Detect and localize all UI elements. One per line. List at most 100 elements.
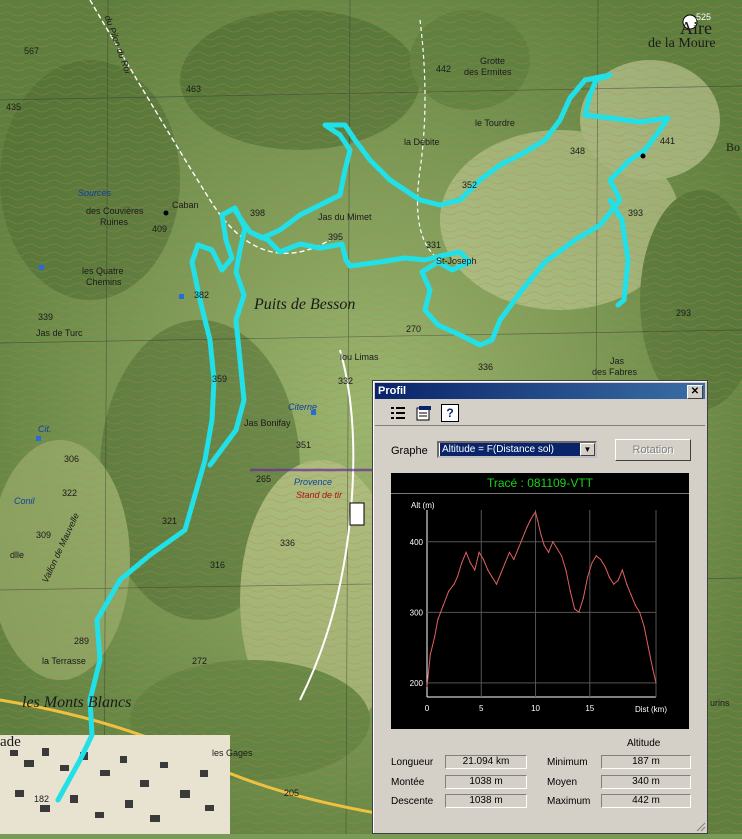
profile-plot: Alt (m) Dist (km) 0 5 10 15 200 300 400	[410, 501, 668, 714]
elevation-point	[521, 537, 524, 539]
elevation-point	[504, 562, 506, 564]
elevation-series-line	[426, 510, 657, 687]
altitude-header: Altitude	[627, 738, 661, 749]
help-icon: ?	[446, 406, 454, 420]
x-axis-label: Dist (km)	[635, 705, 667, 714]
close-icon: ✕	[690, 386, 700, 397]
list-icon	[391, 407, 405, 419]
elevation-point	[453, 583, 455, 585]
elevation-point	[600, 558, 602, 560]
elevation-point	[587, 576, 589, 578]
elevation-point	[517, 548, 519, 550]
elevation-point	[426, 685, 428, 688]
elevation-point	[532, 514, 534, 516]
elevation-point	[547, 551, 550, 553]
list-button[interactable]	[389, 404, 407, 422]
elevation-point	[617, 579, 619, 582]
maximum-label: Maximum	[547, 796, 591, 807]
montee-value: 1038 m	[445, 775, 527, 789]
properties-icon	[416, 406, 431, 421]
elevation-point	[461, 562, 463, 564]
x-tick-label: 15	[585, 704, 594, 713]
elevation-point	[442, 604, 444, 606]
elevation-point	[604, 565, 606, 568]
elevation-point	[578, 611, 580, 613]
elevation-point	[513, 558, 515, 560]
elevation-point	[448, 590, 450, 592]
longueur-value: 21.094 km	[445, 755, 527, 769]
elevation-point	[456, 576, 458, 578]
montee-label: Montée	[391, 777, 425, 788]
minimum-value: 187 m	[601, 755, 691, 769]
elevation-point	[543, 544, 545, 546]
help-button[interactable]: ?	[441, 404, 459, 422]
properties-button[interactable]	[415, 404, 433, 422]
elevation-point	[482, 558, 485, 560]
chevron-down-icon[interactable]: ▼	[580, 443, 595, 456]
maximum-value: 442 m	[601, 794, 691, 808]
elevation-point	[582, 597, 584, 599]
x-tick-label: 10	[531, 704, 540, 713]
elevation-point	[478, 551, 480, 553]
elevation-point	[621, 569, 623, 571]
x-tick-label: 0	[425, 704, 430, 713]
descente-value: 1038 m	[445, 794, 527, 808]
elevation-point	[495, 583, 498, 585]
elevation-point	[560, 555, 563, 557]
x-tick-label: 5	[479, 704, 484, 713]
elevation-point	[552, 541, 554, 543]
elevation-point	[639, 611, 641, 613]
elevation-point	[487, 569, 489, 571]
elevation-point	[433, 636, 436, 638]
elevation-point	[534, 511, 537, 513]
close-button[interactable]: ✕	[687, 385, 703, 399]
rotation-button[interactable]: Rotation	[615, 439, 691, 461]
elevation-point	[626, 583, 628, 585]
elevation-point	[591, 562, 593, 564]
y-tick-label: 400	[410, 538, 424, 547]
elevation-point	[474, 569, 476, 571]
elevation-point	[595, 555, 597, 557]
chart-title: Tracé : 081109-VTT	[391, 473, 689, 494]
profile-chart: Tracé : 081109-VTT Alt (m) Dist (km) 0 5 1…	[391, 473, 689, 729]
elevation-point	[529, 519, 531, 522]
y-tick-label: 200	[410, 679, 424, 688]
moyen-value: 340 m	[601, 775, 691, 789]
longueur-label: Longueur	[391, 757, 434, 768]
elevation-point	[437, 618, 439, 620]
window-title: Profil	[378, 385, 407, 397]
elevation-point	[608, 576, 610, 578]
elevation-point	[652, 668, 654, 670]
moyen-label: Moyen	[547, 777, 578, 788]
elevation-point	[429, 654, 431, 656]
elevation-point	[630, 594, 632, 596]
minimum-label: Minimum	[547, 757, 588, 768]
elevation-point	[556, 548, 558, 550]
town-blocks	[0, 735, 230, 834]
elevation-point	[469, 562, 472, 564]
graphe-selected-value: Altitude = F(Distance sol)	[440, 443, 581, 456]
elevation-point	[613, 583, 615, 585]
elevation-point	[465, 551, 467, 553]
elevation-point	[634, 604, 636, 606]
y-axis-label: Alt (m)	[411, 501, 435, 510]
elevation-point	[565, 569, 567, 571]
graphe-dropdown[interactable]: Altitude = F(Distance sol) ▼	[437, 441, 597, 458]
elevation-point	[569, 590, 571, 592]
elevation-point	[643, 625, 645, 628]
resize-grip-icon[interactable]	[696, 822, 706, 832]
elevation-point	[500, 572, 502, 575]
elevation-point	[537, 519, 539, 522]
profil-window[interactable]: Profil ✕ ? Graphe Altitude = F(Distance …	[372, 380, 708, 834]
elevation-point	[647, 647, 650, 649]
elevation-point	[526, 527, 528, 529]
window-titlebar[interactable]: Profil ✕	[375, 383, 705, 399]
elevation-point	[540, 534, 542, 536]
elevation-point	[491, 576, 493, 578]
toolbar: ?	[375, 401, 705, 426]
graphe-label: Graphe	[391, 445, 428, 457]
y-tick-label: 300	[410, 608, 424, 617]
elevation-point	[508, 551, 511, 553]
elevation-point	[655, 682, 657, 684]
descente-label: Descente	[391, 796, 434, 807]
